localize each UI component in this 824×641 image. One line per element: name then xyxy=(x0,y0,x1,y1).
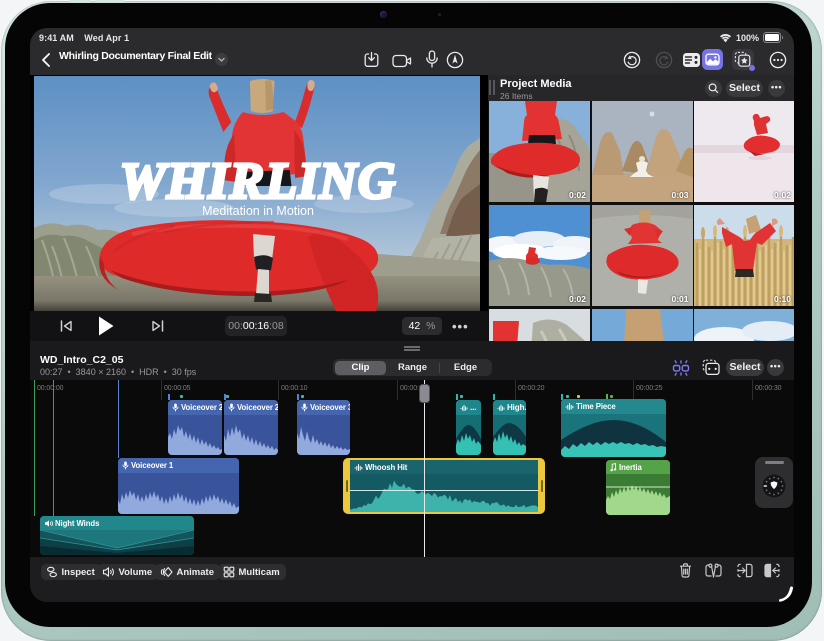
svg-text:Meditation in Motion: Meditation in Motion xyxy=(202,204,314,218)
svg-text:WHIRLING: WHIRLING xyxy=(120,153,397,210)
